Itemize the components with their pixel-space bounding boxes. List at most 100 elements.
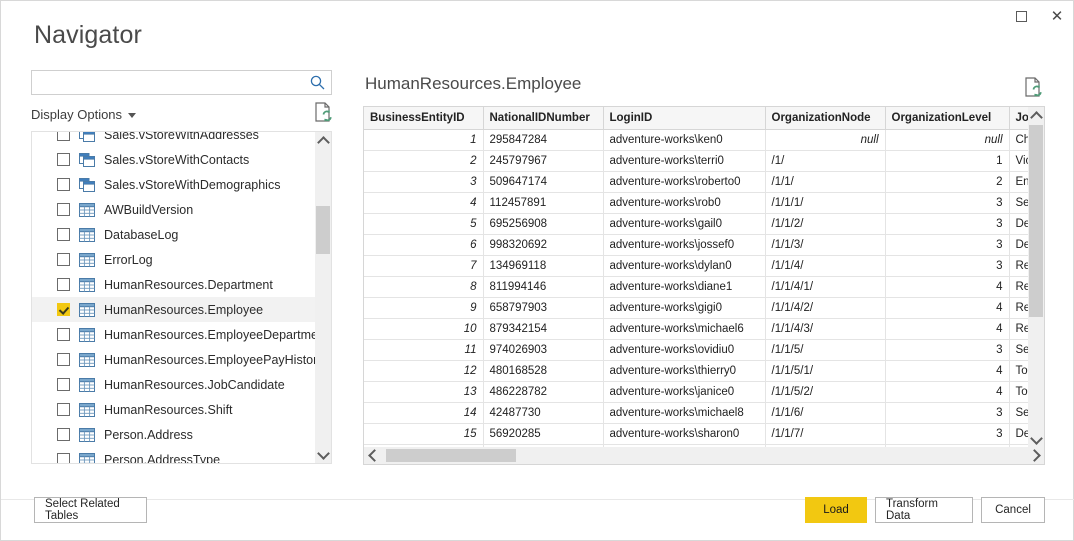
table-row[interactable]: 2245797967adventure-works\terri0/1/1Vic [364,150,1029,172]
table-row[interactable]: 7 134969118 adventure-works\dylan0/1/1/4/3… [364,255,1029,277]
table-cell: Res [1009,318,1029,340]
column-header[interactable]: NationalIDNumber [483,107,604,130]
tree-item[interactable]: Sales.vStoreWithContacts [32,147,316,172]
table-cell: adventure-works\jossef0 [603,234,766,256]
select-related-tables-button[interactable]: Select Related Tables [34,497,147,523]
checkbox-checked[interactable] [57,303,70,316]
tree-item-label: Sales.vStoreWithContacts [104,152,250,167]
table-cell: 112457891 [483,192,604,214]
search-input[interactable] [37,71,306,96]
table-cell: null [885,129,1010,151]
column-header[interactable]: JobTitle [1009,107,1029,130]
tree-scroll-down-button[interactable] [315,446,331,463]
grid-scroll-right-button[interactable] [1027,447,1044,464]
checkbox-unchecked[interactable] [57,428,70,441]
table-header-row: BusinessEntityID NationalIDNumber LoginID O… [364,107,1029,130]
transform-data-button[interactable]: Transform Data [875,497,973,523]
table-row[interactable]: 5 695256908 adventure-works\gail0/1/1/2/3 D… [364,213,1029,235]
left-pane: Display Options Sales.vStoreWithAddresse… [31,70,334,466]
tree-scrollbar[interactable] [315,132,331,463]
tree-item[interactable]: HumanResources.Shift [32,397,316,422]
tree-scrollbar-thumb[interactable] [316,206,330,254]
table-cell: 2 [885,171,1010,193]
table-row[interactable]: 13 486228782 adventure-works\janice0/1/1/5… [364,381,1029,403]
table-cell: 13 [364,381,484,403]
checkbox-unchecked[interactable] [57,178,70,191]
table-cell: 509647174 [483,171,604,193]
table-row[interactable]: 12 480168528 adventure-works\thierry0/1/1/… [364,360,1029,382]
tree-item[interactable]: Sales.vStoreWithDemographics [32,172,316,197]
tree-scroll-up-button[interactable] [315,132,331,149]
tree-item-label: HumanResources.EmployeeDepartmen... [104,327,316,342]
close-button[interactable]: ✕ [1039,1,1074,31]
column-header[interactable]: OrganizationLevel [885,107,1010,130]
load-button[interactable]: Load [805,497,867,523]
tree-item[interactable]: Sales.vStoreWithAddresses [32,132,316,147]
preview-title: HumanResources.Employee [365,74,582,93]
display-options-dropdown[interactable]: Display Options [31,103,137,125]
tree-item[interactable]: HumanResources.EmployeeDepartmen... [32,322,316,347]
checkbox-unchecked[interactable] [57,132,70,141]
grid-scrollbar-thumb[interactable] [1029,125,1043,317]
table-row[interactable]: 14 42487730 adventure-works\michael8/1/1/6… [364,402,1029,424]
grid-scroll-down-button[interactable] [1028,431,1044,448]
table-row[interactable]: 8 811994146 adventure-works\diane1/1/1/4/1… [364,276,1029,298]
checkbox-unchecked[interactable] [57,453,70,463]
checkbox-unchecked[interactable] [57,253,70,266]
table-cell: 134969118 [483,255,604,277]
column-header[interactable]: OrganizationNode [765,107,886,130]
refresh-preview-icon[interactable] [313,101,333,123]
column-header[interactable]: LoginID [603,107,766,130]
table-icon [79,302,95,317]
search-icon[interactable] [309,74,326,91]
tree-item[interactable]: ErrorLog [32,247,316,272]
table-cell: 4 [885,276,1010,298]
table-cell: 1 [885,150,1010,172]
search-box[interactable] [31,70,332,96]
grid-vertical-scrollbar[interactable] [1028,107,1044,448]
tree-item[interactable]: Person.AddressType [32,447,316,463]
checkbox-unchecked[interactable] [57,203,70,216]
checkbox-unchecked[interactable] [57,328,70,341]
checkbox-unchecked[interactable] [57,403,70,416]
tree-item[interactable]: HumanResources.EmployeePayHistory [32,347,316,372]
table-cell: 4 [885,318,1010,340]
maximize-button[interactable] [1003,1,1039,31]
checkbox-unchecked[interactable] [57,278,70,291]
table-row[interactable]: 15 56920285 adventure-works\sharon0/1/1/7/… [364,423,1029,445]
checkbox-unchecked[interactable] [57,228,70,241]
grid-scroll-left-button[interactable] [364,447,381,464]
checkbox-unchecked[interactable] [57,353,70,366]
tree-item[interactable]: HumanResources.Department [32,272,316,297]
table-row[interactable]: 4 112457891 adventure-works\rob0/1/1/1/3 Se… [364,192,1029,214]
grid-horizontal-scrollbar[interactable] [364,447,1044,464]
table-row[interactable]: 11 974026903 adventure-works\ovidiu0/1/1/5… [364,339,1029,361]
tree-item[interactable]: Person.Address [32,422,316,447]
column-header[interactable]: BusinessEntityID [364,107,484,130]
table-cell: 480168528 [483,360,604,382]
tree-item[interactable]: HumanResources.JobCandidate [32,372,316,397]
object-tree[interactable]: Sales.vStoreWithAddresses Sales.vStoreWit… [31,131,332,464]
grid-viewport: BusinessEntityID NationalIDNumber LoginID O… [364,107,1029,448]
grid-scroll-up-button[interactable] [1028,107,1044,124]
table-icon [79,377,95,392]
checkbox-unchecked[interactable] [57,153,70,166]
tree-item[interactable]: DatabaseLog [32,222,316,247]
table-row[interactable]: 3 509647174 adventure-works\roberto0/1/1/2… [364,171,1029,193]
table-row[interactable]: 1295847284adventure-works\ken0nullnullCh… [364,129,1029,151]
chevron-left-icon [367,449,381,462]
object-tree-viewport: Sales.vStoreWithAddresses Sales.vStoreWit… [32,132,316,463]
refresh-preview-icon[interactable] [1023,76,1043,98]
checkbox-unchecked[interactable] [57,378,70,391]
table-row[interactable]: 6 998320692 adventure-works\jossef0/1/1/3/… [364,234,1029,256]
table-row[interactable]: 10 879342154 adventure-works\michael6/1/1/… [364,318,1029,340]
table-row[interactable]: 9 658797903 adventure-works\gigi0/1/1/4/2/… [364,297,1029,319]
tree-item[interactable]: AWBuildVersion [32,197,316,222]
table-icon [79,277,95,292]
table-cell: 11 [364,339,484,361]
table-cell: 998320692 [483,234,604,256]
cancel-button[interactable]: Cancel [981,497,1045,523]
tree-item[interactable]: HumanResources.Employee [32,297,316,322]
data-preview-grid[interactable]: BusinessEntityID NationalIDNumber LoginID O… [363,106,1045,465]
grid-hscrollbar-thumb[interactable] [386,449,516,462]
